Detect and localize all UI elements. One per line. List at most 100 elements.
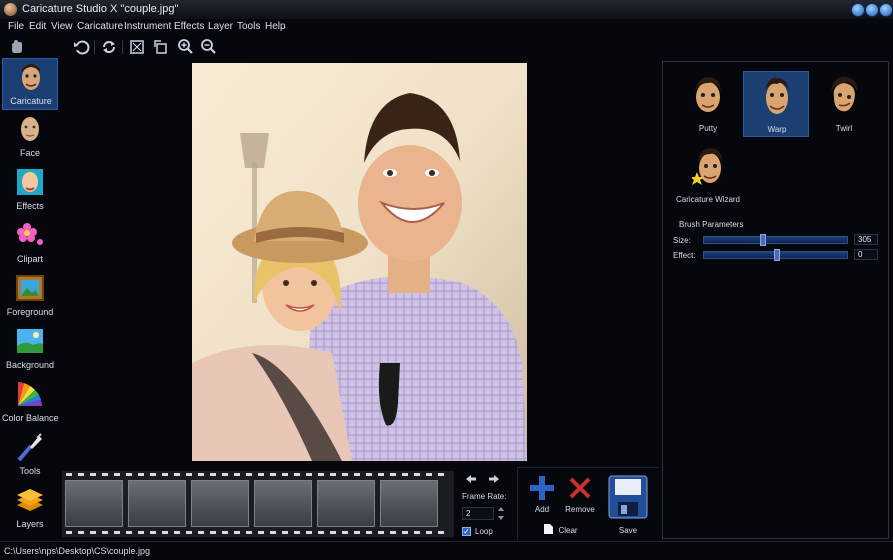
sprocket-hole [78, 473, 84, 476]
wizard-face-icon [692, 148, 722, 185]
clear-label[interactable]: Clear [556, 526, 580, 535]
sidebar-item-effects[interactable]: Effects [2, 164, 58, 216]
sprocket-hole [90, 531, 96, 534]
sidebar-item-tools[interactable]: Tools [2, 429, 58, 481]
sidebar-item-clipart[interactable]: Clipart [2, 217, 58, 269]
pan-icon[interactable] [8, 38, 26, 56]
sprocket-hole [66, 531, 72, 534]
sidebar-item-layers[interactable]: Layers [2, 482, 58, 534]
next-frame-arrow-icon[interactable] [488, 474, 500, 484]
photo-canvas[interactable] [192, 63, 527, 461]
sprocket-hole [90, 473, 96, 476]
tool-caricature-wizard[interactable]: Caricature Wizard [675, 142, 741, 208]
sprocket-hole [198, 473, 204, 476]
sprocket-hole [234, 531, 240, 534]
frame-slot[interactable] [128, 480, 186, 527]
tool-label: Putty [698, 124, 718, 133]
status-bar: C:\Users\nps\Desktop\CS\couple.jpg [0, 541, 893, 560]
tool-putty[interactable]: Putty [675, 71, 741, 137]
sprocket-hole [402, 531, 408, 534]
tool-label: Twirl [835, 124, 853, 133]
remove-icon[interactable] [568, 476, 592, 500]
file-path: C:\Users\nps\Desktop\CS\couple.jpg [4, 546, 151, 556]
menu-help[interactable]: Help [265, 21, 286, 32]
sprocket-hole [102, 473, 108, 476]
size-label: Size: [673, 236, 691, 245]
sidebar-item-label: Tools [19, 466, 41, 476]
sprocket-hole [150, 531, 156, 534]
frame-slot[interactable] [380, 480, 438, 527]
sprocket-hole [390, 531, 396, 534]
sprocket-hole [150, 473, 156, 476]
frame-strip[interactable] [62, 471, 454, 537]
window-title: Caricature Studio X "couple.jpg" [22, 3, 179, 15]
tool-label: Caricature Wizard [675, 195, 740, 204]
frame-rate-input[interactable]: 2 [462, 507, 494, 520]
zoom-in-icon[interactable] [176, 38, 194, 56]
menu-caricature[interactable]: Caricature [77, 21, 123, 32]
menu-instrument[interactable]: Instrument [124, 21, 171, 32]
clear-page-icon[interactable] [543, 523, 554, 535]
sprocket-hole [330, 473, 336, 476]
sidebar-item-label: Caricature [10, 96, 52, 106]
sprocket-hole [114, 531, 120, 534]
sidebar-item-color-balance[interactable]: Color Balance [2, 376, 59, 428]
menu-edit[interactable]: Edit [29, 21, 46, 32]
sprocket-hole [294, 531, 300, 534]
brush-parameters-title: Brush Parameters [679, 220, 744, 229]
add-icon[interactable] [528, 474, 556, 502]
save-label: Save [618, 526, 638, 535]
frame-rate-spinner-icon[interactable] [497, 506, 505, 521]
frame-slot[interactable] [191, 480, 249, 527]
sprocket-hole [438, 531, 444, 534]
effect-slider[interactable] [703, 249, 848, 261]
close-button[interactable] [879, 3, 893, 17]
sidebar-item-face[interactable]: Face [2, 111, 58, 163]
effect-slider-thumb[interactable] [774, 249, 780, 261]
frame-slot[interactable] [317, 480, 375, 527]
loop-label: Loop [475, 527, 493, 536]
undo-icon[interactable] [72, 38, 90, 56]
maximize-button[interactable] [865, 3, 879, 17]
effects-icon [17, 169, 43, 195]
sprocket-hole [390, 473, 396, 476]
previous-frame-arrow-icon[interactable] [465, 474, 477, 484]
sidebar-item-label: Foreground [6, 307, 54, 317]
effect-value[interactable]: 0 [854, 249, 878, 260]
minimize-button[interactable] [851, 3, 865, 17]
rotate-icon[interactable] [152, 38, 170, 56]
size-slider-thumb[interactable] [760, 234, 766, 246]
size-slider[interactable] [703, 234, 848, 246]
menu-effects[interactable]: Effects [174, 21, 204, 32]
sprocket-hole [282, 531, 288, 534]
menu-view[interactable]: View [51, 21, 73, 32]
crop-icon[interactable] [128, 38, 146, 56]
sprocket-hole [258, 531, 264, 534]
sprocket-hole [438, 473, 444, 476]
menu-tools[interactable]: Tools [237, 21, 260, 32]
sidebar-item-foreground[interactable]: Foreground [2, 270, 58, 322]
sprocket-hole [210, 473, 216, 476]
add-label: Add [534, 505, 550, 514]
frame-slot[interactable] [65, 480, 123, 527]
tool-warp[interactable]: Warp [743, 71, 809, 137]
sprocket-hole [102, 531, 108, 534]
face-icon [21, 117, 39, 141]
frame-slot[interactable] [254, 480, 312, 527]
save-disk-icon[interactable] [608, 475, 648, 519]
reset-icon[interactable] [100, 38, 118, 56]
sidebar-item-background[interactable]: Background [2, 323, 58, 375]
sidebar-item-label: Layers [16, 519, 44, 529]
sidebar-item-caricature[interactable]: Caricature [2, 58, 58, 110]
loop-checkbox[interactable]: ✓ [462, 527, 471, 536]
sprocket-hole [78, 531, 84, 534]
menu-layer[interactable]: Layer [208, 21, 233, 32]
sidebar-item-label: Background [5, 360, 55, 370]
sprocket-hole [270, 531, 276, 534]
zoom-out-icon[interactable] [199, 38, 217, 56]
sprocket-hole [222, 473, 228, 476]
menu-file[interactable]: File [8, 21, 24, 32]
tool-twirl[interactable]: Twirl [811, 71, 877, 137]
size-value[interactable]: 305 [854, 234, 878, 245]
sprocket-hole [414, 531, 420, 534]
